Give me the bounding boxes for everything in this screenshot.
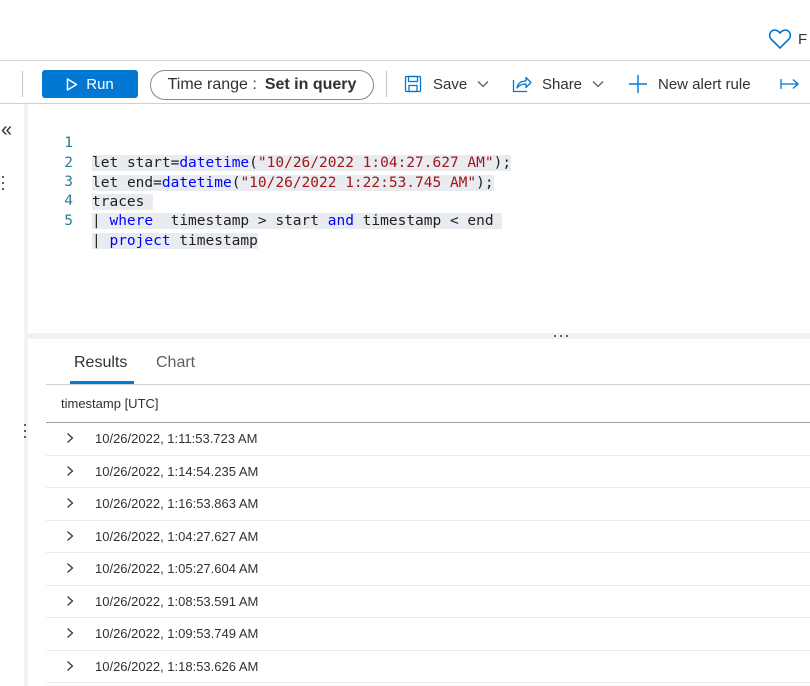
share-icon [512, 76, 532, 93]
timestamp-cell: 10/26/2022, 1:04:27.627 AM [95, 528, 259, 544]
tab-results[interactable]: Results [74, 354, 127, 372]
table-row[interactable]: 10/26/2022, 1:14:54.235 AM [46, 456, 810, 488]
run-label: Run [86, 75, 114, 93]
chevron-right-icon[interactable] [64, 432, 76, 444]
active-tab-indicator [70, 381, 134, 384]
code-line: 4 | where timestamp > start and timestam… [28, 171, 503, 229]
timestamp-cell: 10/26/2022, 1:18:53.626 AM [95, 658, 259, 674]
timestamp-cell: 10/26/2022, 1:14:54.235 AM [95, 463, 259, 479]
toolbar-divider [386, 71, 387, 97]
code-line: 1 let start=datetime("10/26/2022 1:04:27… [28, 113, 512, 171]
export-button[interactable] [780, 72, 800, 96]
timestamp-cell: 10/26/2022, 1:08:53.591 AM [95, 593, 259, 609]
column-header-label: timestamp [UTC] [61, 396, 159, 411]
time-range-value: Set in query [264, 76, 357, 93]
timestamp-cell: 10/26/2022, 1:05:27.604 AM [95, 561, 259, 576]
share-label: Share [542, 75, 583, 93]
heart-icon [768, 29, 792, 50]
save-button[interactable]: Save [404, 72, 489, 96]
chevron-down-icon [477, 81, 489, 88]
results-tabs: Results Chart [46, 340, 810, 385]
chevron-right-icon[interactable] [64, 562, 76, 574]
code-line: 2 let end=datetime("10/26/2022 1:22:53.7… [28, 133, 494, 191]
toolbar-divider [22, 71, 23, 97]
save-label: Save [433, 75, 468, 93]
table-row[interactable]: 10/26/2022, 1:18:53.626 AM [46, 651, 810, 683]
plus-icon [629, 75, 647, 93]
tab-chart[interactable]: Chart [156, 354, 195, 372]
chevron-right-icon[interactable] [64, 627, 76, 639]
chevron-right-icon[interactable] [64, 595, 76, 607]
table-row[interactable]: 10/26/2022, 1:08:53.591 AM [46, 586, 810, 618]
favorite-button[interactable]: F [768, 28, 807, 50]
new-alert-rule-label: New alert rule [658, 75, 751, 93]
table-row[interactable]: 10/26/2022, 1:05:27.604 AM [46, 553, 810, 586]
page-header: F [0, 0, 810, 61]
chevron-down-icon [592, 81, 604, 88]
rail-resize-handle-icon[interactable] [22, 424, 28, 442]
run-button[interactable]: Run [42, 70, 138, 98]
time-range-picker[interactable]: Time range : Set in query [150, 70, 374, 100]
chevron-right-icon[interactable] [64, 660, 76, 672]
column-header-timestamp[interactable]: timestamp [UTC] [46, 386, 810, 423]
share-button[interactable]: Share [512, 72, 604, 96]
code-line: 5 | project timestamp [28, 191, 258, 249]
table-row[interactable]: 10/26/2022, 1:11:53.723 AM [46, 423, 810, 456]
timestamp-cell: 10/26/2022, 1:11:53.723 AM [95, 431, 258, 446]
table-row[interactable]: 10/26/2022, 1:04:27.627 AM [46, 521, 810, 553]
code-line: 3 traces [28, 152, 154, 210]
chevron-right-icon[interactable] [64, 465, 76, 477]
chevron-right-icon[interactable] [64, 497, 76, 509]
save-icon [404, 75, 422, 93]
collapse-double-chevron-icon[interactable]: « [1, 120, 12, 140]
editor-results-splitter[interactable] [28, 333, 810, 339]
line-number: 5 [64, 213, 73, 229]
timestamp-cell: 10/26/2022, 1:16:53.863 AM [95, 496, 259, 511]
time-range-label: Time range : [167, 76, 257, 93]
query-toolbar: Run Time range : Set in query Save Share… [0, 62, 810, 104]
table-row[interactable]: 10/26/2022, 1:16:53.863 AM [46, 488, 810, 521]
favorite-label: F [798, 30, 808, 48]
timestamp-cell: 10/26/2022, 1:09:53.749 AM [95, 626, 259, 641]
table-row[interactable]: 10/26/2022, 1:09:53.749 AM [46, 618, 810, 651]
chevron-right-icon[interactable] [64, 530, 76, 542]
new-alert-rule-button[interactable]: New alert rule [628, 72, 751, 96]
rail-more-icon[interactable] [0, 176, 6, 194]
query-editor[interactable]: 1 let start=datetime("10/26/2022 1:04:27… [28, 105, 810, 333]
play-icon [66, 77, 78, 91]
arrow-right-to-bar-icon [780, 79, 799, 89]
results-table: 10/26/2022, 1:11:53.723 AM 10/26/2022, 1… [46, 423, 810, 683]
splitter-grip-icon[interactable] [554, 335, 568, 337]
